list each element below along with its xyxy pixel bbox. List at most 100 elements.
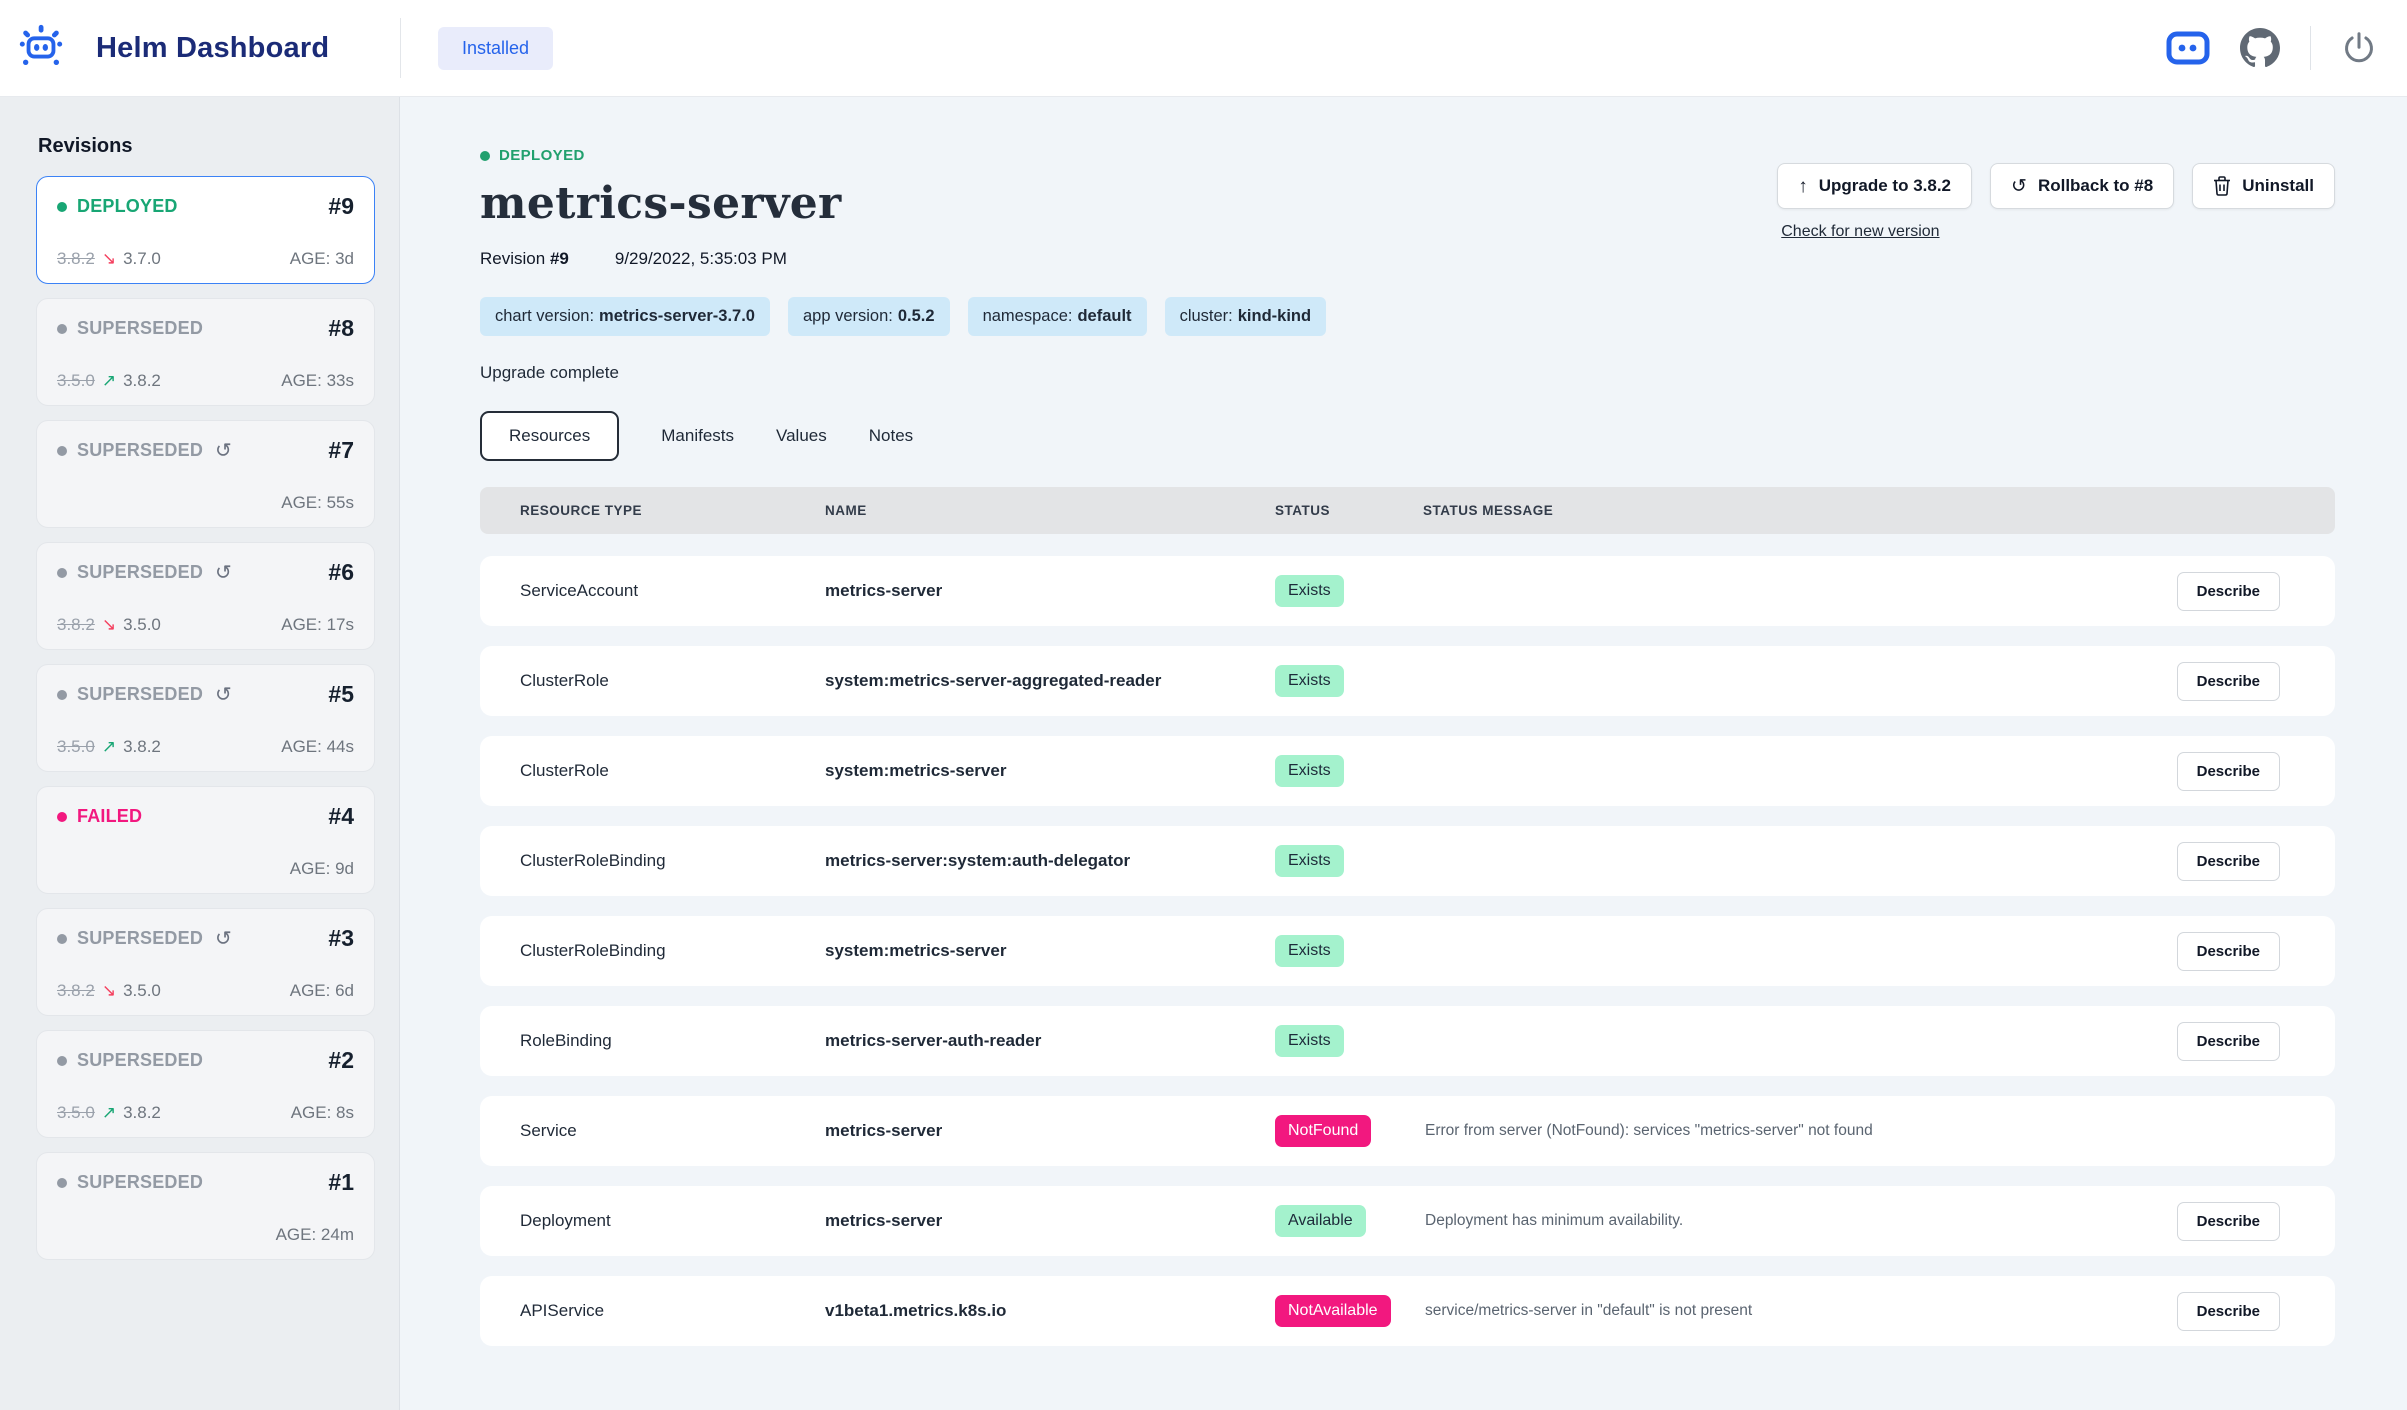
status-message: Deployment has minimum availability. bbox=[1423, 1212, 2130, 1230]
resource-type: ClusterRole bbox=[520, 671, 825, 691]
badge-value: 0.5.2 bbox=[898, 307, 935, 325]
resource-name: metrics-server bbox=[825, 1211, 1275, 1231]
revision-age: AGE: 3d bbox=[290, 249, 354, 269]
describe-button[interactable]: Describe bbox=[2177, 1022, 2280, 1061]
github-icon[interactable] bbox=[2240, 28, 2280, 68]
revision-card-7[interactable]: SUPERSEDED ↺ #7 AGE: 55s bbox=[36, 420, 375, 528]
version-to: 3.8.2 bbox=[123, 737, 161, 757]
version-to: 3.8.2 bbox=[123, 371, 161, 391]
revision-age: AGE: 44s bbox=[281, 737, 354, 757]
revision-card-4[interactable]: FAILED #4 AGE: 9d bbox=[36, 786, 375, 894]
version-arrow-icon: ↗ bbox=[102, 737, 116, 757]
resource-name: system:metrics-server-aggregated-reader bbox=[825, 671, 1275, 691]
resource-name: metrics-server-auth-reader bbox=[825, 1031, 1275, 1051]
resource-name: v1beta1.metrics.k8s.io bbox=[825, 1301, 1275, 1321]
status-dot bbox=[57, 568, 67, 578]
resource-name: system:metrics-server bbox=[825, 761, 1275, 781]
describe-button[interactable]: Describe bbox=[2177, 662, 2280, 701]
nav-installed[interactable]: Installed bbox=[438, 27, 553, 70]
upgrade-button[interactable]: ↑ Upgrade to 3.8.2 bbox=[1777, 163, 1972, 209]
table-row: ClusterRole system:metrics-server-aggreg… bbox=[480, 646, 2335, 716]
revision-card-9[interactable]: DEPLOYED #9 3.8.2 ↘ 3.7.0 AGE: 3d bbox=[36, 176, 375, 284]
revision-number: #8 bbox=[328, 315, 354, 342]
revision-card-2[interactable]: SUPERSEDED #2 3.5.0 ↗ 3.8.2 AGE: 8s bbox=[36, 1030, 375, 1138]
col-status-message: STATUS MESSAGE bbox=[1423, 503, 2130, 518]
badge-label: cluster: bbox=[1180, 307, 1233, 325]
badge-value: kind-kind bbox=[1238, 307, 1311, 325]
revision-info: Revision #9 9/29/2022, 5:35:03 PM bbox=[480, 249, 842, 269]
status-dot bbox=[57, 446, 67, 456]
version-from: 3.5.0 bbox=[57, 737, 95, 757]
resource-name: metrics-server bbox=[825, 1121, 1275, 1141]
release-status: DEPLOYED bbox=[480, 147, 842, 164]
describe-button[interactable]: Describe bbox=[2177, 932, 2280, 971]
status-dot bbox=[57, 812, 67, 822]
uninstall-button[interactable]: Uninstall bbox=[2192, 163, 2335, 209]
revision-age: AGE: 8s bbox=[291, 1103, 354, 1123]
revision-number: #7 bbox=[328, 437, 354, 464]
reconfigure-icon: ↺ bbox=[215, 685, 232, 705]
col-status: STATUS bbox=[1275, 503, 1423, 518]
describe-button[interactable]: Describe bbox=[2177, 842, 2280, 881]
version-change: 3.5.0 ↗ 3.8.2 bbox=[57, 737, 161, 757]
resource-type: RoleBinding bbox=[520, 1031, 825, 1051]
reconfigure-icon: ↺ bbox=[215, 929, 232, 949]
table-row: ClusterRoleBinding metrics-server:system… bbox=[480, 826, 2335, 896]
status-dot bbox=[57, 202, 67, 212]
info-badge: cluster: kind-kind bbox=[1165, 297, 1327, 336]
status-dot bbox=[57, 690, 67, 700]
version-from: 3.5.0 bbox=[57, 1103, 95, 1123]
rollback-button[interactable]: ↺ Rollback to #8 bbox=[1990, 163, 2174, 209]
release-detail: DEPLOYED metrics-server Revision #9 9/29… bbox=[400, 97, 2407, 1410]
revision-age: AGE: 6d bbox=[290, 981, 354, 1001]
revision-age: AGE: 33s bbox=[281, 371, 354, 391]
version-from: 3.8.2 bbox=[57, 249, 95, 269]
revision-number: #2 bbox=[328, 1047, 354, 1074]
revision-card-5[interactable]: SUPERSEDED ↺ #5 3.5.0 ↗ 3.8.2 AGE: 44s bbox=[36, 664, 375, 772]
col-resource-type: RESOURCE TYPE bbox=[520, 503, 825, 518]
revision-card-8[interactable]: SUPERSEDED #8 3.5.0 ↗ 3.8.2 AGE: 33s bbox=[36, 298, 375, 406]
version-arrow-icon: ↘ bbox=[102, 981, 116, 1001]
revision-number: #3 bbox=[328, 925, 354, 952]
version-change: 3.5.0 ↗ 3.8.2 bbox=[57, 1103, 161, 1123]
header-divider bbox=[2310, 26, 2311, 70]
version-arrow-icon: ↗ bbox=[102, 1103, 116, 1123]
status-badge: Exists bbox=[1275, 845, 1344, 877]
check-new-version-link[interactable]: Check for new version bbox=[1781, 223, 1939, 241]
describe-button[interactable]: Describe bbox=[2177, 1202, 2280, 1241]
robot-icon[interactable] bbox=[2166, 31, 2210, 65]
revision-card-6[interactable]: SUPERSEDED ↺ #6 3.8.2 ↘ 3.5.0 AGE: 17s bbox=[36, 542, 375, 650]
resource-type: ServiceAccount bbox=[520, 581, 825, 601]
tab-values[interactable]: Values bbox=[776, 426, 827, 446]
info-badge: app version:0.5.2 bbox=[788, 297, 950, 336]
revision-status-label: FAILED bbox=[77, 806, 142, 827]
tab-notes[interactable]: Notes bbox=[869, 426, 913, 446]
top-bar: Helm Dashboard Installed bbox=[0, 0, 2407, 97]
version-to: 3.5.0 bbox=[123, 981, 161, 1001]
table-row: APIService v1beta1.metrics.k8s.io NotAva… bbox=[480, 1276, 2335, 1346]
table-header: RESOURCE TYPE NAME STATUS STATUS MESSAGE bbox=[480, 487, 2335, 534]
release-name: metrics-server bbox=[480, 178, 842, 229]
describe-button[interactable]: Describe bbox=[2177, 572, 2280, 611]
reconfigure-icon: ↺ bbox=[215, 563, 232, 583]
revision-status-label: SUPERSEDED bbox=[77, 1050, 203, 1071]
badge-value: default bbox=[1077, 307, 1131, 325]
status-badge: Exists bbox=[1275, 935, 1344, 967]
revision-card-1[interactable]: SUPERSEDED #1 AGE: 24m bbox=[36, 1152, 375, 1260]
tab-resources[interactable]: Resources bbox=[480, 411, 619, 461]
resource-type: APIService bbox=[520, 1301, 825, 1321]
describe-button[interactable]: Describe bbox=[2177, 752, 2280, 791]
revision-card-3[interactable]: SUPERSEDED ↺ #3 3.8.2 ↘ 3.5.0 AGE: 6d bbox=[36, 908, 375, 1016]
badge-label: namespace: bbox=[983, 307, 1073, 325]
describe-button[interactable]: Describe bbox=[2177, 1292, 2280, 1331]
power-icon[interactable] bbox=[2341, 30, 2377, 66]
resource-name: metrics-server bbox=[825, 581, 1275, 601]
version-from: 3.8.2 bbox=[57, 615, 95, 635]
resources-table: RESOURCE TYPE NAME STATUS STATUS MESSAGE… bbox=[480, 487, 2335, 1346]
tab-manifests[interactable]: Manifests bbox=[661, 426, 734, 446]
info-badge: namespace:default bbox=[968, 297, 1147, 336]
status-message: Error from server (NotFound): services "… bbox=[1423, 1122, 2130, 1140]
brand[interactable]: Helm Dashboard bbox=[18, 23, 400, 74]
revisions-sidebar: Revisions DEPLOYED #9 3.8.2 ↘ 3.7.0 AGE:… bbox=[0, 97, 400, 1410]
revision-status-label: SUPERSEDED bbox=[77, 1172, 203, 1193]
